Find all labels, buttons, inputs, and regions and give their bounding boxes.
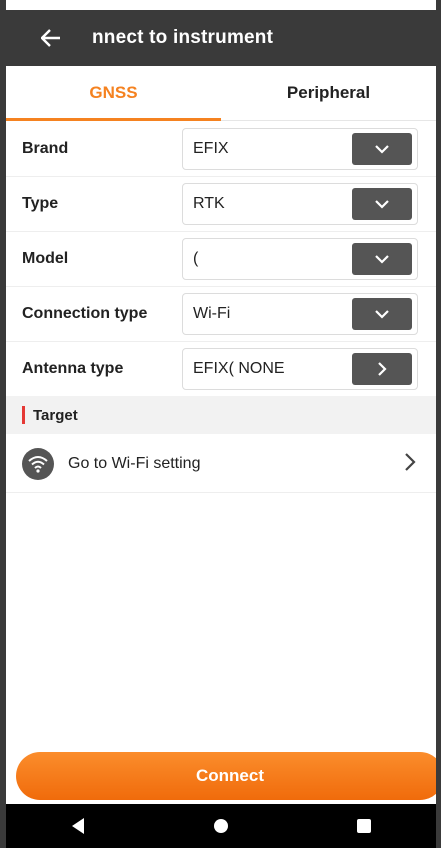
brand-label: Brand (22, 140, 69, 157)
connection-type-label: Connection type (22, 305, 148, 322)
type-value: RTK (193, 195, 225, 212)
model-label: Model (22, 250, 69, 267)
model-select[interactable]: ( (182, 238, 418, 280)
type-row: Type RTK (6, 177, 436, 232)
chevron-down-icon[interactable] (352, 188, 412, 220)
chevron-down-icon[interactable] (352, 298, 412, 330)
connection-type-row: Connection type Wi-Fi (6, 287, 436, 342)
app-bar: nnect to instrument (6, 10, 436, 66)
page-title: nnect to instrument (92, 27, 274, 48)
nav-home-icon[interactable] (201, 806, 241, 846)
target-section-header: Target (6, 396, 436, 434)
wifi-setting-row[interactable]: Go to Wi-Fi setting (6, 436, 436, 493)
wifi-icon (22, 448, 54, 480)
tab-bar: GNSS Peripheral (6, 66, 436, 121)
brand-select[interactable]: EFIX (182, 128, 418, 170)
back-arrow-icon[interactable] (40, 27, 62, 49)
section-marker (22, 406, 25, 424)
tab-gnss[interactable]: GNSS (6, 66, 221, 121)
brand-value: EFIX (193, 140, 229, 157)
model-value: ( (193, 250, 199, 267)
nav-back-icon[interactable] (58, 806, 98, 846)
connection-type-value: Wi-Fi (193, 305, 231, 322)
chevron-down-icon[interactable] (352, 133, 412, 165)
antenna-type-label: Antenna type (22, 360, 124, 377)
brand-row: Brand EFIX (6, 122, 436, 177)
type-label: Type (22, 195, 59, 212)
type-select[interactable]: RTK (182, 183, 418, 225)
nav-recents-icon[interactable] (344, 806, 384, 846)
connect-button[interactable]: Connect (16, 752, 436, 800)
antenna-type-value: EFIX( NONE (193, 360, 285, 377)
wifi-setting-label: Go to Wi-Fi setting (68, 455, 201, 472)
system-nav-bar (6, 804, 436, 848)
antenna-type-row: Antenna type EFIX( NONE (6, 342, 436, 397)
chevron-right-icon[interactable] (352, 353, 412, 385)
section-title: Target (33, 406, 78, 424)
antenna-type-selector[interactable]: EFIX( NONE (182, 348, 418, 390)
model-row: Model ( (6, 232, 436, 287)
settings-form: Brand EFIX Type RTK Model (Connection t… (6, 122, 436, 397)
chevron-right-icon (404, 452, 416, 477)
tab-peripheral[interactable]: Peripheral (221, 66, 436, 120)
connection-type-select[interactable]: Wi-Fi (182, 293, 418, 335)
chevron-down-icon[interactable] (352, 243, 412, 275)
app-screen: nnect to instrument GNSS Peripheral Bran… (6, 0, 436, 848)
